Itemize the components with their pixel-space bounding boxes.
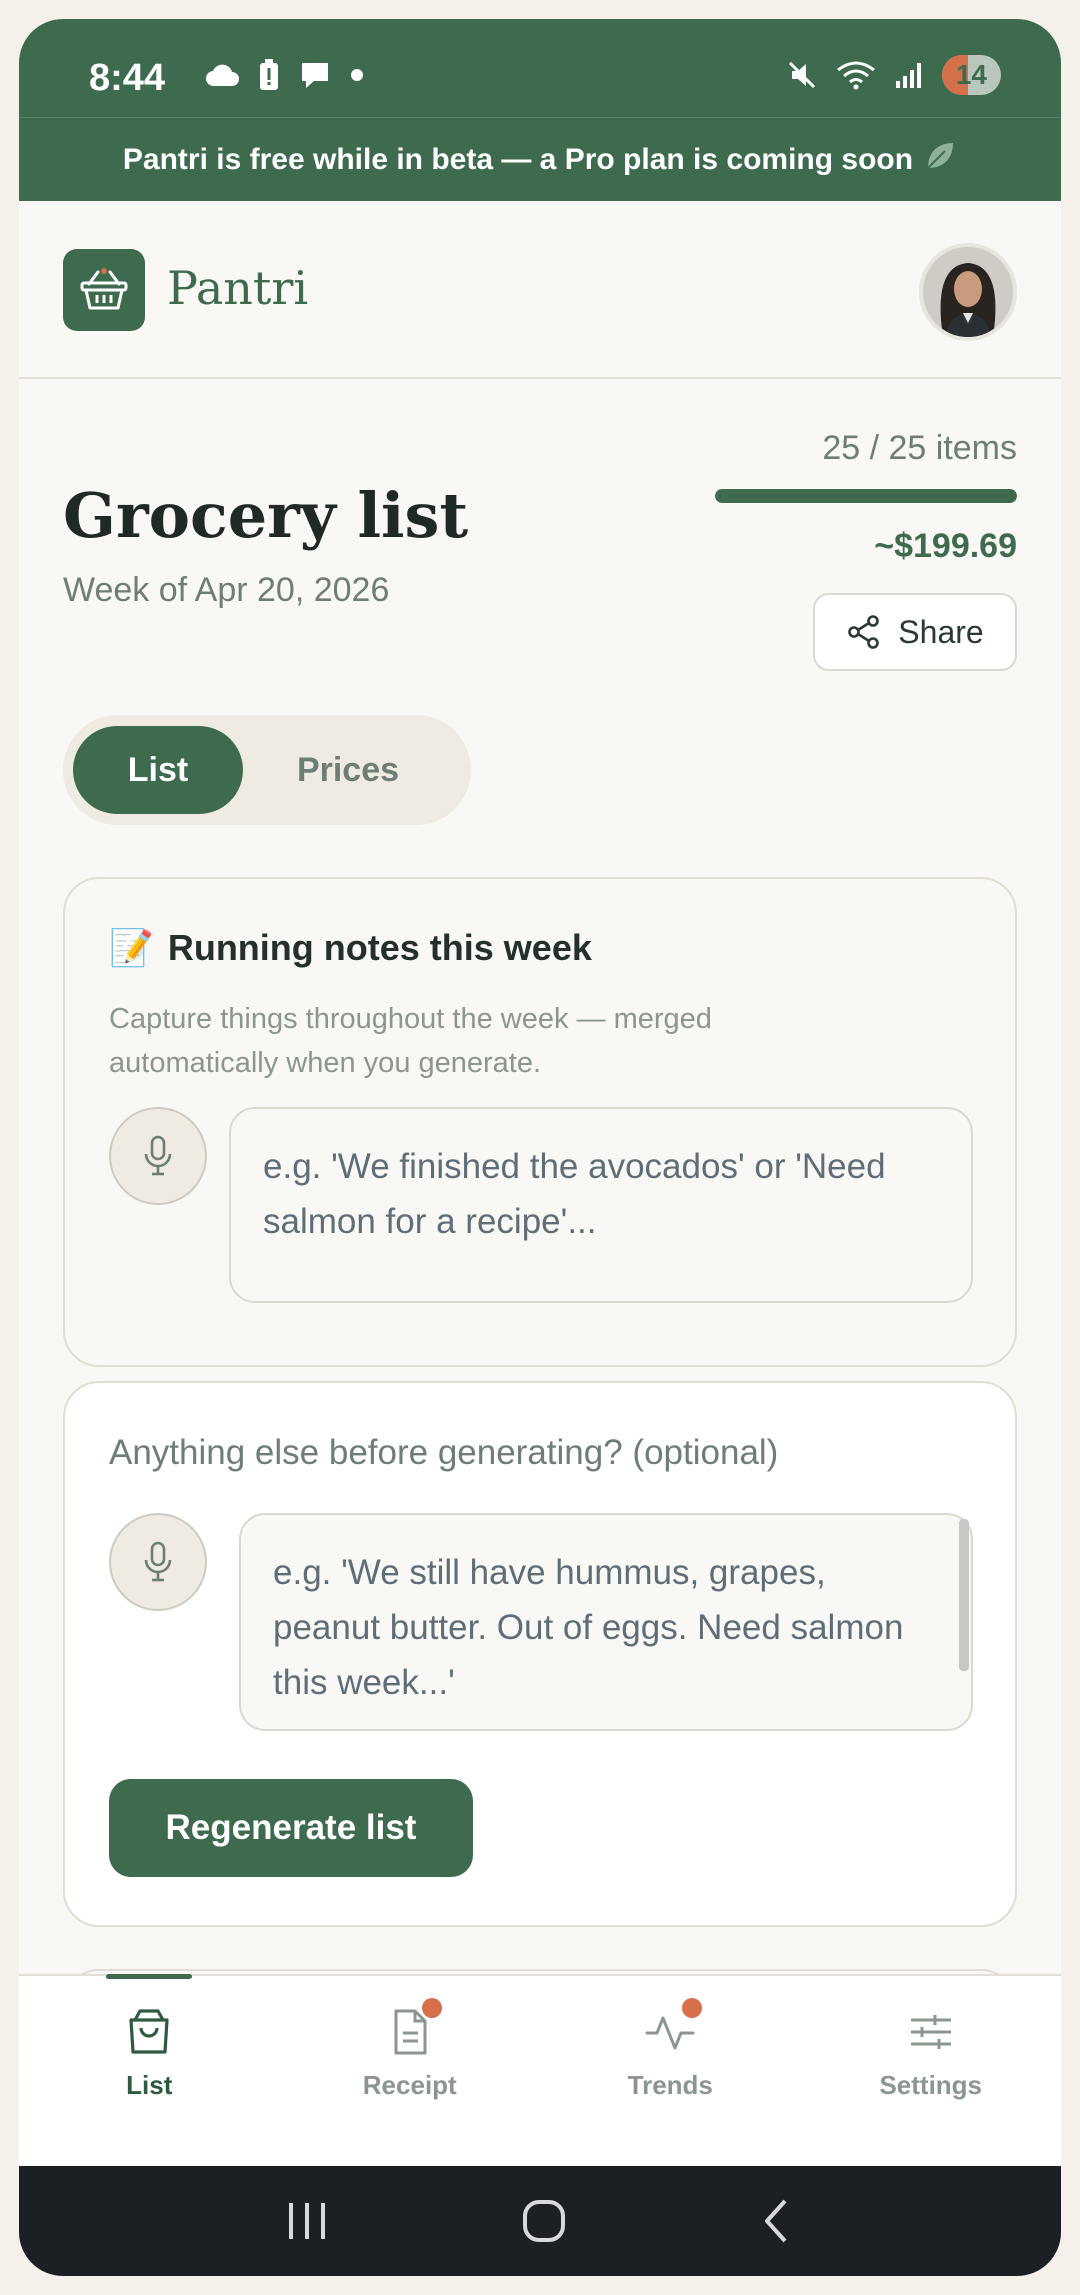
notes-input[interactable]: e.g. 'We finished the avocados' or 'Need… [229, 1107, 973, 1303]
battery-level: 14 [955, 59, 987, 90]
textarea-scrollbar[interactable] [959, 1519, 969, 1671]
receipt-notification-badge [421, 1998, 442, 2018]
mute-icon [788, 61, 815, 89]
beta-banner-text: Pantri is free while in beta — a Pro pla… [122, 142, 914, 176]
notes-title-text: Running notes this week [167, 927, 592, 968]
recent-apps-icon[interactable] [283, 2199, 331, 2243]
nav-label-receipt: Receipt [362, 2070, 457, 2100]
running-notes-card: 📝 Running notes this week Capture things… [63, 877, 1017, 1367]
nav-label-list: List [126, 2070, 173, 2100]
sliders-icon [910, 2015, 951, 2049]
nav-item-trends[interactable]: Trends [540, 1976, 801, 2166]
extra-mic-button[interactable] [109, 1513, 207, 1611]
notes-mic-button[interactable] [109, 1107, 207, 1205]
items-count: 25 / 25 items [822, 429, 1017, 467]
extra-info-input[interactable]: e.g. 'We still have hummus, grapes, pean… [239, 1513, 973, 1731]
leaf-icon [923, 139, 957, 181]
tab-list[interactable]: List [73, 726, 243, 814]
wifi-icon [836, 61, 875, 90]
beta-banner: Pantri is free while in beta — a Pro pla… [19, 117, 1061, 201]
nav-item-settings[interactable]: Settings [801, 1976, 1062, 2166]
back-icon[interactable] [757, 2197, 797, 2245]
view-toggle: List Prices [63, 715, 471, 825]
memo-icon: 📝 [109, 927, 154, 968]
status-time: 8:44 [89, 57, 166, 99]
chat-icon [302, 63, 328, 88]
battery-alert-icon [260, 59, 278, 90]
share-icon [848, 615, 880, 649]
microphone-icon [144, 1135, 172, 1176]
microphone-icon [144, 1541, 172, 1582]
avatar[interactable] [919, 243, 1017, 341]
page-title: Grocery list [63, 479, 469, 552]
nav-active-indicator [106, 1974, 193, 1979]
share-button[interactable]: Share [813, 593, 1017, 671]
app-logo[interactable] [63, 249, 145, 331]
battery-indicator: 14 [941, 55, 1001, 95]
total-price: ~$199.69 [874, 527, 1017, 565]
nav-label-trends: Trends [627, 2070, 713, 2100]
app-header: Pantri [19, 201, 1061, 379]
status-bar: 8:44 14 [19, 19, 1061, 117]
items-progress-fill [715, 489, 1017, 503]
signal-icon [895, 63, 921, 88]
items-progress-bar [715, 489, 1017, 503]
nav-item-receipt[interactable]: Receipt [280, 1976, 541, 2166]
basket-icon [80, 268, 128, 310]
status-icons-right: 14 [786, 55, 1001, 95]
nav-label-settings: Settings [879, 2070, 983, 2100]
home-icon[interactable] [520, 2197, 568, 2245]
bag-icon [129, 2009, 169, 2054]
system-nav-bar [19, 2166, 1061, 2276]
notes-title: 📝 Running notes this week [109, 927, 592, 969]
cloud-icon [205, 64, 239, 87]
tab-prices[interactable]: Prices [243, 726, 453, 814]
extra-info-placeholder: e.g. 'We still have hummus, grapes, pean… [273, 1553, 904, 1702]
extra-info-card: Anything else before generating? (option… [63, 1381, 1017, 1927]
trends-notification-badge [682, 1998, 703, 2018]
notes-description: Capture things throughout the week — mer… [109, 1003, 712, 1079]
regenerate-list-button[interactable]: Regenerate list [109, 1779, 473, 1877]
phone-screen: 8:44 14 Pantri is free while in beta — a… [19, 19, 1061, 2276]
dot-icon [351, 69, 363, 81]
brand-name: Pantri [167, 261, 309, 315]
week-label: Week of Apr 20, 2026 [63, 571, 390, 609]
nav-item-list[interactable]: List [19, 1974, 280, 2166]
share-label: Share [898, 613, 984, 650]
bottom-nav: List Receipt Trends Settings [19, 1974, 1061, 2166]
extra-info-label: Anything else before generating? (option… [109, 1433, 779, 1472]
status-icons-left [204, 59, 364, 91]
